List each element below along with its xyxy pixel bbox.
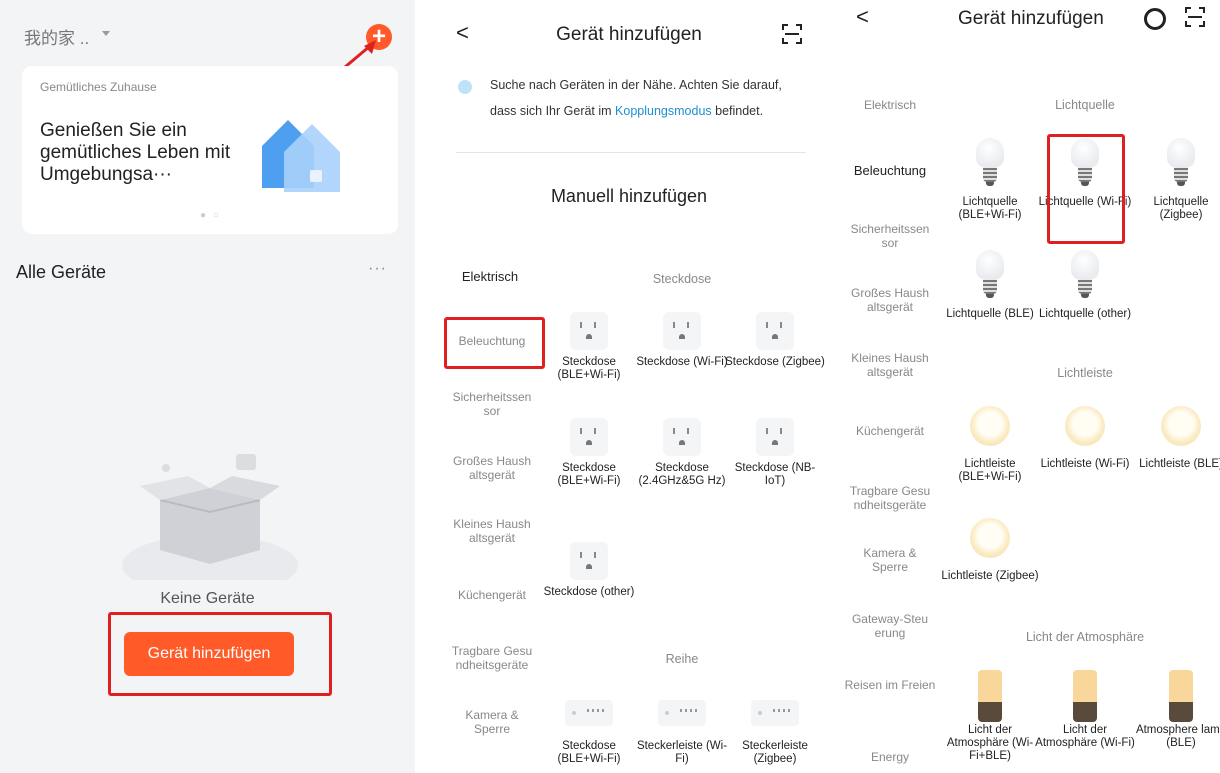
radar-icon: [458, 80, 472, 94]
power-strip-icon: [751, 700, 799, 726]
device-tile[interactable]: Lichtleiste (BLE+Wi-Fi): [940, 406, 1040, 484]
category-kuechengeraet[interactable]: Küchengerät: [844, 424, 936, 438]
search-tip: Suche nach Geräten in der Nähe. Achten S…: [490, 78, 782, 118]
device-tile[interactable]: Licht der Atmosphäre (Wi-Fi): [1035, 670, 1135, 750]
empty-box-illustration-icon: [122, 454, 298, 580]
promo-banner[interactable]: Gemütliches Zuhause Genießen Sie ein gem…: [22, 66, 398, 234]
category-gesundheitsgeraete[interactable]: Tragbare Gesu ndheitsgeräte: [444, 644, 540, 672]
category-kamera-sperre[interactable]: Kamera & Sperre: [844, 546, 936, 574]
category-kamera-sperre[interactable]: Kamera & Sperre: [446, 708, 538, 736]
atmosphere-lamp-icon: [978, 670, 1002, 722]
device-tile[interactable]: Steckdose (BLE+Wi-Fi): [539, 312, 639, 382]
highlight-box: [1047, 134, 1125, 244]
light-bulb-icon: [970, 138, 1010, 190]
device-tile[interactable]: Lichtquelle (Zigbee): [1131, 138, 1220, 222]
device-tile[interactable]: Lichtleiste (BLE): [1131, 406, 1220, 471]
all-devices-heading: Alle Geräte: [16, 262, 107, 282]
category-elektrisch[interactable]: Elektrisch: [450, 270, 530, 284]
section-steckdose: Steckdose: [652, 272, 712, 286]
section-atmosphaere: Licht der Atmosphäre: [1025, 630, 1145, 644]
category-gesundheitsgeraete[interactable]: Tragbare Gesu ndheitsgeräte: [842, 484, 938, 512]
category-beleuchtung[interactable]: Beleuchtung: [844, 164, 936, 178]
section-reihe: Reihe: [665, 652, 699, 666]
light-bulb-icon: [970, 250, 1010, 302]
category-kuechengeraet[interactable]: Küchengerät: [446, 588, 538, 602]
device-tile[interactable]: Lichtleiste (Wi-Fi): [1035, 406, 1135, 471]
light-strip-icon: [970, 518, 1010, 558]
category-sicherheitssensor[interactable]: Sicherheitssen sor: [446, 390, 538, 418]
add-device-panel-sockets: < Gerät hinzufügen Suche nach Geräten in…: [432, 0, 826, 773]
divider: [456, 152, 806, 153]
chevron-down-icon[interactable]: [102, 31, 110, 36]
device-tile[interactable]: Steckdose (BLE+Wi-Fi): [539, 700, 639, 766]
banner-subtitle: Gemütliches Zuhause: [40, 80, 157, 94]
device-tile[interactable]: Lichtquelle (BLE): [940, 250, 1040, 321]
target-icon[interactable]: [1144, 8, 1166, 30]
carousel-dots: ● ○: [200, 210, 221, 221]
device-tile[interactable]: Licht der Atmosphäre (Wi-Fi+BLE): [940, 670, 1040, 763]
device-tile[interactable]: Steckerleiste (Wi-Fi): [632, 700, 732, 766]
house-illustration-icon: [262, 120, 340, 192]
power-strip-icon: [565, 700, 613, 726]
home-selector[interactable]: 我的家 ..: [24, 24, 89, 49]
scan-icon[interactable]: [1185, 7, 1205, 27]
add-device-panel-lighting: < Gerät hinzufügen Elektrisch Beleuchtun…: [830, 0, 1220, 773]
device-tile[interactable]: Atmosphere lamp (BLE): [1131, 670, 1220, 750]
socket-icon: [570, 418, 608, 456]
manual-add-heading: Manuell hinzufügen: [550, 186, 708, 206]
section-lichtleiste: Lichtleiste: [1057, 366, 1113, 380]
device-tile[interactable]: Steckdose (NB-IoT): [725, 418, 825, 488]
power-strip-icon: [658, 700, 706, 726]
back-button[interactable]: <: [856, 4, 869, 30]
highlight-box: [444, 317, 545, 369]
device-tile[interactable]: Steckerleiste (Zigbee): [725, 700, 825, 766]
category-kleines-hausgeraet[interactable]: Kleines Haush altsgerät: [844, 351, 936, 379]
category-gateway-steuerung[interactable]: Gateway-Steu erung: [842, 612, 938, 640]
socket-icon: [756, 312, 794, 350]
page-title: Gerät hinzufügen: [556, 24, 702, 45]
atmosphere-lamp-icon: [1169, 670, 1193, 722]
light-strip-icon: [1161, 406, 1201, 446]
socket-icon: [663, 312, 701, 350]
light-strip-icon: [1065, 406, 1105, 446]
banner-title: Genießen Sie ein gemütliches Leben mit U…: [40, 120, 231, 185]
category-grosses-hausgeraet[interactable]: Großes Haush altsgerät: [844, 286, 936, 314]
category-reisen-im-freien[interactable]: Reisen im Freien: [844, 678, 936, 692]
socket-icon: [663, 418, 701, 456]
light-bulb-icon: [1161, 138, 1201, 190]
socket-icon: [756, 418, 794, 456]
category-elektrisch[interactable]: Elektrisch: [844, 98, 936, 112]
socket-icon: [570, 542, 608, 580]
page-title: Gerät hinzufügen: [958, 8, 1104, 29]
light-bulb-icon: [1065, 250, 1105, 302]
device-tile[interactable]: Steckdose (Wi-Fi): [632, 312, 732, 369]
device-tile[interactable]: Steckdose (2.4GHz&5G Hz): [632, 418, 732, 488]
light-strip-icon: [970, 406, 1010, 446]
device-tile[interactable]: Steckdose (other): [539, 542, 639, 599]
scan-icon[interactable]: [782, 24, 802, 44]
socket-icon: [570, 312, 608, 350]
add-device-button[interactable]: Gerät hinzufügen: [124, 632, 294, 676]
category-sicherheitssensor[interactable]: Sicherheitssen sor: [844, 222, 936, 250]
device-tile[interactable]: Steckdose (Zigbee): [725, 312, 825, 369]
more-options-icon[interactable]: ···: [368, 260, 387, 278]
category-grosses-hausgeraet[interactable]: Großes Haush altsgerät: [446, 454, 538, 482]
section-lichtquelle: Lichtquelle: [1055, 98, 1115, 112]
empty-state-text: Keine Geräte: [160, 590, 255, 607]
atmosphere-lamp-icon: [1073, 670, 1097, 722]
category-energy[interactable]: Energy: [844, 750, 936, 764]
home-panel: 我的家 .. + Gemütliches Zuhause Genießen Si…: [0, 0, 415, 773]
device-tile[interactable]: Lichtleiste (Zigbee): [940, 518, 1040, 583]
category-kleines-hausgeraet[interactable]: Kleines Haush altsgerät: [446, 517, 538, 545]
device-tile[interactable]: Lichtquelle (BLE+Wi-Fi): [940, 138, 1040, 222]
pairing-mode-link[interactable]: Kopplungsmodus: [615, 104, 712, 118]
device-tile[interactable]: Lichtquelle (other): [1035, 250, 1135, 321]
device-tile[interactable]: Steckdose (BLE+Wi-Fi): [539, 418, 639, 488]
